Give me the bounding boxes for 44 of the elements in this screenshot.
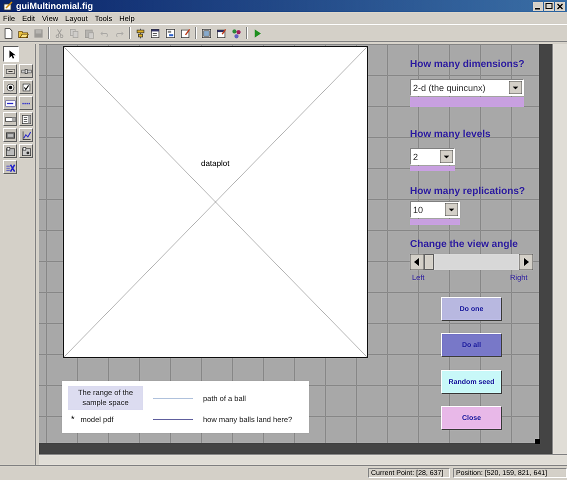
align-icon[interactable] [135, 28, 146, 38]
dropdown-arrow-icon[interactable] [509, 81, 522, 94]
control-label: How many replications? [410, 186, 526, 197]
left-arrow-icon[interactable] [410, 254, 424, 270]
dropdown[interactable]: 2 [410, 148, 455, 165]
plot-axes[interactable]: dataplot [63, 46, 368, 358]
horizontal-scrollbar[interactable] [39, 454, 567, 465]
tab-order-icon[interactable] [165, 28, 176, 38]
editor-icon[interactable] [180, 28, 191, 38]
object-browser-icon[interactable] [216, 28, 227, 38]
window-title: guiMultinomial.fig [16, 1, 94, 11]
checkbox-icon [20, 82, 32, 92]
legend-marker: * [70, 414, 75, 424]
dropdown[interactable]: 2-d (the quincunx) [410, 79, 524, 96]
radio-icon [4, 82, 16, 92]
figure-icon [3, 1, 13, 11]
property-inspector-icon[interactable] [201, 28, 212, 38]
axes-tag: dataplot [201, 159, 230, 168]
new-file-icon[interactable] [3, 28, 14, 38]
button-group-icon [20, 146, 32, 156]
edit-text-icon [4, 98, 16, 108]
control-label: How many dimensions? [410, 59, 524, 70]
activex-icon [4, 162, 16, 172]
slider-thumb[interactable] [424, 254, 434, 270]
minimize-icon[interactable] [533, 2, 543, 10]
maximize-icon[interactable] [544, 2, 554, 10]
dropdown-arrow-icon[interactable] [445, 203, 458, 216]
axes-icon [20, 130, 32, 140]
resize-handle[interactable] [535, 439, 540, 444]
toggle-button-icon [4, 130, 16, 140]
dropdown[interactable]: 10 [410, 201, 460, 218]
close-icon[interactable] [555, 2, 565, 10]
right-arrow-icon[interactable] [519, 254, 533, 270]
molecule-icon[interactable] [231, 28, 242, 38]
view-angle-slider[interactable] [410, 254, 533, 270]
panel-icon [4, 146, 16, 156]
run-icon[interactable] [252, 28, 263, 38]
dropdown-arrow-icon[interactable] [440, 150, 453, 163]
tool-button[interactable] [3, 46, 19, 62]
control-label: How many levels [410, 129, 491, 140]
vertical-scrollbar[interactable] [552, 44, 567, 454]
listbox-icon [20, 114, 32, 124]
control-label: Change the view angle [410, 239, 518, 250]
menu-editor-icon[interactable] [150, 28, 161, 38]
